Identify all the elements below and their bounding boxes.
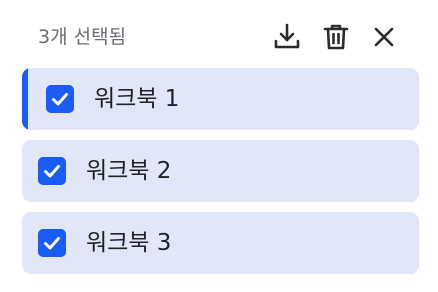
- checkmark-icon: [52, 93, 68, 106]
- delete-icon: [323, 24, 349, 50]
- list-item-workbook-1[interactable]: 워크북 1: [22, 68, 419, 130]
- item-checkbox[interactable]: [46, 85, 74, 113]
- item-checkbox[interactable]: [38, 157, 66, 185]
- download-icon: [274, 23, 300, 49]
- item-label: 워크북 2: [86, 158, 172, 184]
- selection-count: 3개 선택됨: [38, 26, 127, 48]
- delete-button[interactable]: [320, 21, 352, 53]
- close-button[interactable]: [368, 21, 400, 53]
- list-item-workbook-2[interactable]: 워크북 2: [22, 140, 419, 202]
- list-item-workbook-3[interactable]: 워크북 3: [22, 212, 419, 274]
- checkmark-icon: [44, 165, 60, 178]
- item-label: 워크북 1: [94, 86, 180, 112]
- item-label: 워크북 3: [86, 230, 172, 256]
- item-checkbox[interactable]: [38, 229, 66, 257]
- selection-toolbar: 3개 선택됨: [0, 0, 438, 72]
- checkmark-icon: [44, 237, 60, 250]
- download-button[interactable]: [271, 21, 303, 53]
- close-icon: [374, 27, 394, 47]
